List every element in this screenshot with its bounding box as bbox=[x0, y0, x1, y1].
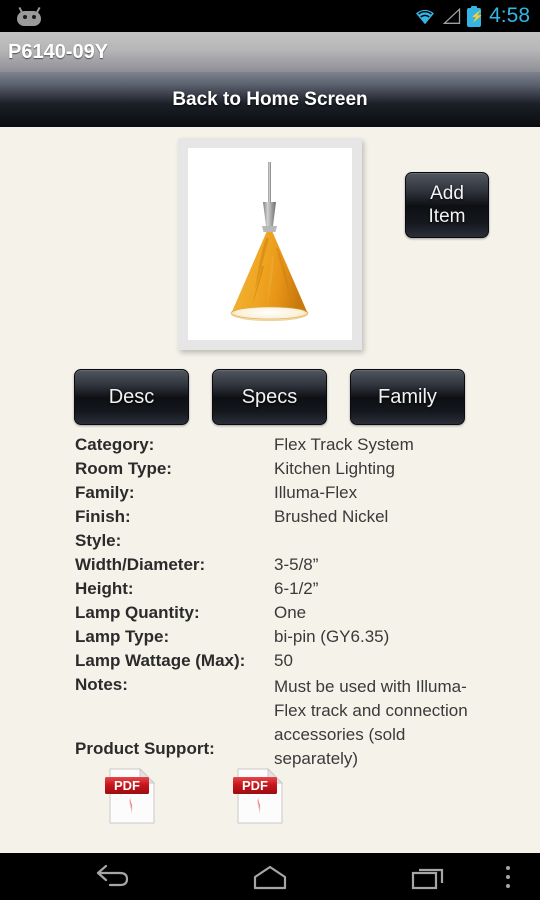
spec-label: Lamp Quantity: bbox=[75, 603, 200, 622]
spec-label: Lamp Wattage (Max): bbox=[75, 651, 246, 670]
spec-value: One bbox=[274, 603, 307, 622]
app-root: ⚡ 4:58 P6140-09Y Back to Home Screen Add… bbox=[0, 0, 540, 900]
tab-bar: Desc Specs Family bbox=[0, 369, 540, 425]
table-row: Lamp Quantity: One bbox=[0, 603, 540, 627]
notes-label: Notes: bbox=[75, 675, 128, 694]
table-row: Category: Flex Track System bbox=[0, 435, 540, 459]
status-clock: 4:58 bbox=[489, 4, 530, 27]
pdf-icon[interactable]: PDF bbox=[228, 767, 290, 825]
tab-desc[interactable]: Desc bbox=[74, 369, 189, 425]
signal-bars-icon bbox=[442, 7, 461, 24]
spec-label: Height: bbox=[75, 579, 134, 598]
recents-icon bbox=[411, 868, 444, 889]
table-row-notes: Notes: Must be used with Illuma-Flex tra… bbox=[0, 675, 540, 775]
add-item-label-line1: Add bbox=[430, 182, 464, 204]
home-icon bbox=[253, 865, 287, 889]
title-bar: P6140-09Y bbox=[0, 32, 540, 72]
back-icon bbox=[96, 864, 129, 886]
add-item-label-line2: Item bbox=[428, 206, 466, 227]
pendant-lamp-illustration bbox=[230, 162, 309, 321]
table-row: Lamp Type: bi-pin (GY6.35) bbox=[0, 627, 540, 651]
spec-value: Brushed Nickel bbox=[274, 507, 389, 526]
wifi-icon bbox=[416, 9, 435, 25]
spec-value: Kitchen Lighting bbox=[274, 459, 395, 478]
spec-table: Category: Flex Track System Room Type: K… bbox=[0, 435, 540, 775]
tab-family[interactable]: Family bbox=[350, 369, 465, 425]
overflow-menu-icon bbox=[506, 865, 510, 888]
spec-label: Style: bbox=[75, 531, 122, 550]
product-support-label: Product Support: bbox=[75, 739, 215, 758]
tab-specs-label: Specs bbox=[241, 385, 298, 408]
spec-value: 50 bbox=[274, 651, 293, 670]
spec-value: 6-1/2” bbox=[274, 579, 319, 598]
tab-specs[interactable]: Specs bbox=[212, 369, 327, 425]
back-button[interactable] bbox=[72, 853, 152, 900]
spec-label: Category: bbox=[75, 435, 155, 454]
pdf-icon[interactable]: PDF bbox=[100, 767, 162, 825]
page-title: P6140-09Y bbox=[8, 40, 109, 63]
svg-text:PDF: PDF bbox=[242, 778, 268, 793]
tab-desc-label: Desc bbox=[108, 385, 155, 408]
status-icons: ⚡ 4:58 bbox=[414, 4, 530, 28]
navigation-bar bbox=[0, 853, 540, 900]
home-button[interactable] bbox=[230, 853, 310, 900]
table-row: Style: bbox=[0, 531, 540, 555]
product-image-frame[interactable] bbox=[178, 138, 362, 350]
notes-value: Must be used with Illuma-Flex track and … bbox=[274, 677, 468, 768]
battery-charging-icon: ⚡ bbox=[467, 5, 484, 27]
spec-label: Lamp Type: bbox=[75, 627, 170, 646]
content-area: Add Item Desc Specs Family Category: Fle… bbox=[0, 127, 540, 853]
spec-value: 3-5/8” bbox=[274, 555, 319, 574]
product-image bbox=[188, 148, 352, 340]
table-row: Width/Diameter: 3-5/8” bbox=[0, 555, 540, 579]
spec-label: Family: bbox=[75, 483, 135, 502]
table-row: Lamp Wattage (Max): 50 bbox=[0, 651, 540, 675]
svg-text:PDF: PDF bbox=[114, 778, 140, 793]
add-item-button[interactable]: Add Item bbox=[405, 172, 489, 238]
product-support-documents: PDF PDF bbox=[0, 767, 540, 833]
table-row: Finish: Brushed Nickel bbox=[0, 507, 540, 531]
android-head-icon bbox=[14, 6, 44, 26]
table-row: Room Type: Kitchen Lighting bbox=[0, 459, 540, 483]
table-row: Height: 6-1/2” bbox=[0, 579, 540, 603]
spec-label: Width/Diameter: bbox=[75, 555, 206, 574]
recents-button[interactable] bbox=[389, 853, 469, 900]
tab-family-label: Family bbox=[378, 385, 437, 408]
spec-label: Finish: bbox=[75, 507, 131, 526]
status-bar: ⚡ 4:58 bbox=[0, 0, 540, 32]
spec-value: bi-pin (GY6.35) bbox=[274, 627, 390, 646]
overflow-menu-button[interactable] bbox=[488, 853, 528, 900]
table-row: Family: Illuma-Flex bbox=[0, 483, 540, 507]
back-to-home-label: Back to Home Screen bbox=[172, 88, 368, 110]
spec-value: Flex Track System bbox=[274, 435, 414, 454]
spec-label: Room Type: bbox=[75, 459, 172, 478]
spec-value: Illuma-Flex bbox=[274, 483, 358, 502]
back-to-home-button[interactable]: Back to Home Screen bbox=[0, 72, 540, 127]
